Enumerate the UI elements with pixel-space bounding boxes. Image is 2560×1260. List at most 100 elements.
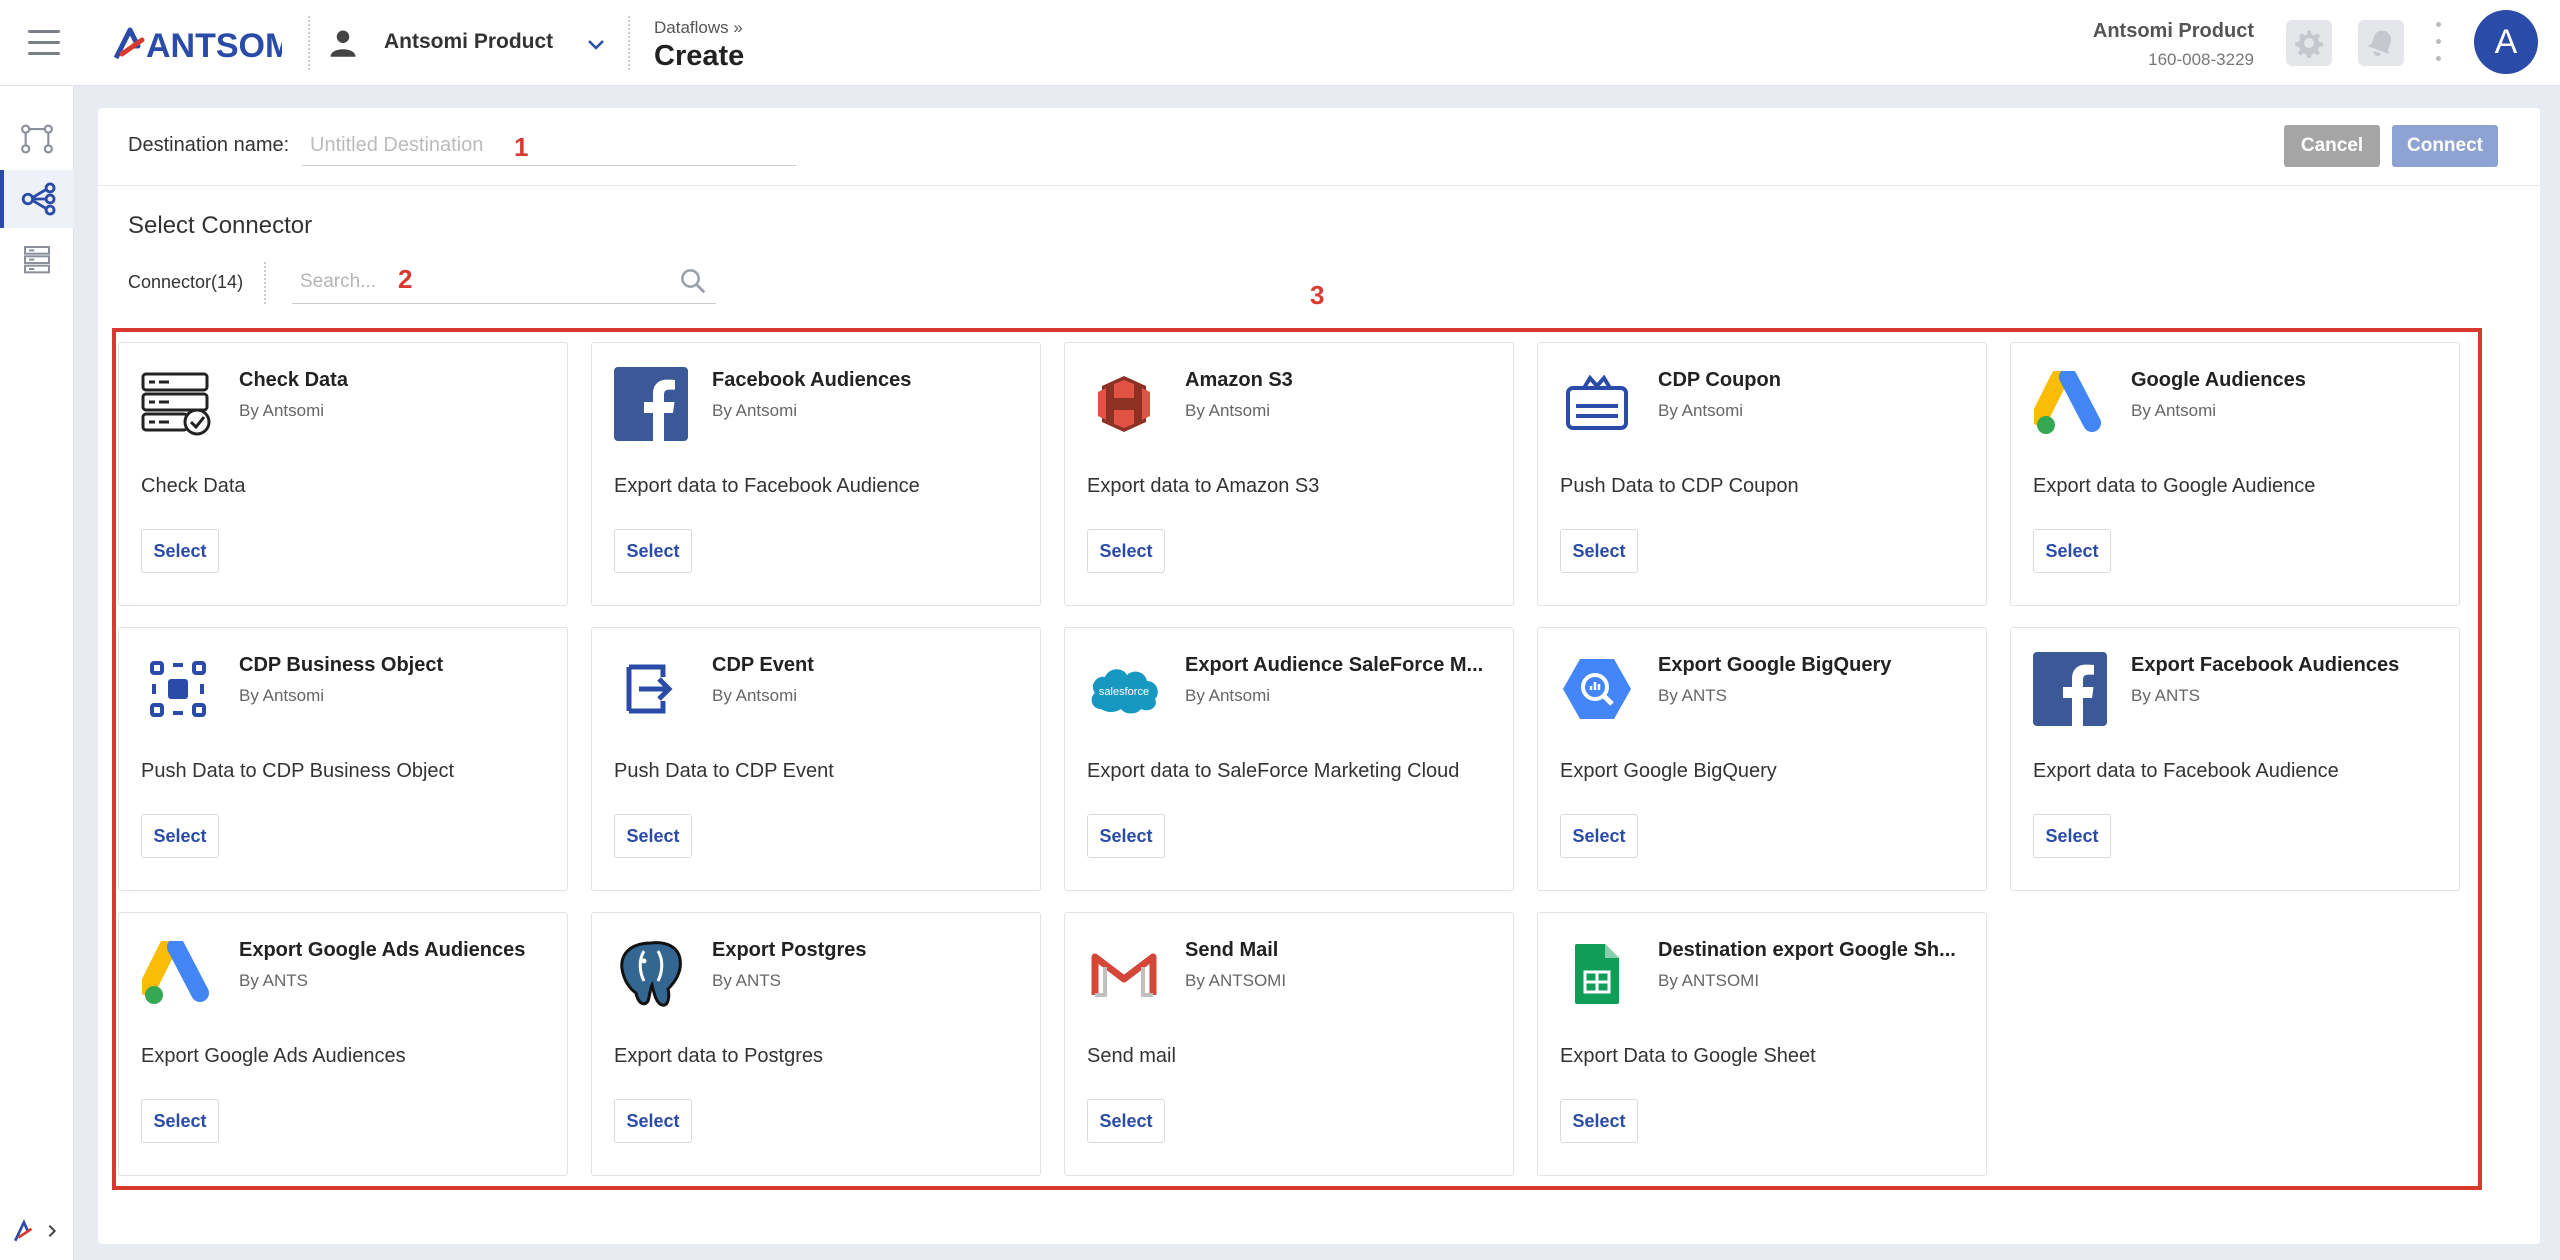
connector-title: Destination export Google Sh... xyxy=(1658,939,1956,961)
share-nodes-icon xyxy=(21,182,56,216)
connector-title: Export Facebook Audiences xyxy=(2131,654,2400,676)
flow-nodes-icon xyxy=(21,124,53,154)
antsomi-mark-icon xyxy=(14,1219,33,1242)
connector-description: Export Google BigQuery xyxy=(1560,760,1777,782)
breadcrumb[interactable]: Dataflows » xyxy=(654,18,743,38)
select-button[interactable]: Select xyxy=(2033,529,2111,573)
sidebar-item-dataflows[interactable] xyxy=(0,170,74,228)
sidebar-item-data[interactable] xyxy=(0,230,74,288)
connector-card-google-audiences: Google Audiences By Antsomi Export data … xyxy=(2010,342,2460,606)
google-sheets-icon xyxy=(1560,937,1634,1011)
notifications-button[interactable] xyxy=(2358,20,2404,66)
connector-author: By ANTS xyxy=(712,971,781,990)
select-button[interactable]: Select xyxy=(141,814,219,858)
select-button[interactable]: Select xyxy=(1087,1099,1165,1143)
facebook-icon xyxy=(2033,652,2107,726)
select-button[interactable]: Select xyxy=(2033,814,2111,858)
connector-description: Push Data to CDP Business Object xyxy=(141,760,455,782)
connector-author: By Antsomi xyxy=(712,686,798,705)
select-button[interactable]: Select xyxy=(614,1099,692,1143)
connector-description: Export data to SaleForce Marketing Cloud xyxy=(1087,760,1460,782)
connect-button[interactable]: Connect xyxy=(2392,125,2498,167)
annotation-marker-2: 2 xyxy=(398,264,413,294)
user-icon xyxy=(330,30,356,57)
connector-description: Export Google Ads Audiences xyxy=(141,1045,406,1067)
select-button[interactable]: Select xyxy=(614,529,692,573)
destination-name-input[interactable] xyxy=(302,126,796,166)
connector-author: By ANTS xyxy=(1658,686,1727,705)
select-button[interactable]: Select xyxy=(1087,814,1165,858)
google-ads-icon xyxy=(2033,367,2107,441)
select-button[interactable]: Select xyxy=(141,529,219,573)
connector-author: By Antsomi xyxy=(1185,686,1271,705)
connector-card-cdp-coupon: CDP Coupon By Antsomi Push Data to CDP C… xyxy=(1537,342,1987,606)
connector-title: Google Audiences xyxy=(2131,369,2306,391)
annotation-marker-3: 3 xyxy=(1310,280,1325,310)
antsomi-logo[interactable]: ANTSOMI xyxy=(112,24,282,64)
sidebar-expand-button[interactable] xyxy=(12,1216,64,1246)
more-vertical-icon[interactable] xyxy=(2436,22,2442,64)
google-ads-icon xyxy=(141,937,215,1011)
connector-description: Export Data to Google Sheet xyxy=(1560,1045,1816,1067)
connector-card-export-google-bigquery: Export Google BigQuery By ANTS Export Go… xyxy=(1537,627,1987,891)
chevron-down-icon[interactable] xyxy=(584,32,608,56)
connector-title: CDP Business Object xyxy=(239,654,444,676)
select-button[interactable]: Select xyxy=(1560,814,1638,858)
connector-search xyxy=(292,260,716,304)
connector-description: Check Data xyxy=(141,475,246,497)
salesforce-icon: salesforce xyxy=(1087,652,1161,726)
select-button[interactable]: Select xyxy=(614,814,692,858)
search-input[interactable] xyxy=(292,264,662,300)
bigquery-icon xyxy=(1560,652,1634,726)
divider xyxy=(308,16,310,70)
divider xyxy=(264,262,266,304)
connector-author: By Antsomi xyxy=(712,401,798,420)
connector-title: Export Postgres xyxy=(712,939,867,961)
check-data-icon xyxy=(141,367,215,441)
connector-author: By Antsomi xyxy=(1185,401,1271,420)
connector-description: Send mail xyxy=(1087,1045,1176,1067)
account-name: Antsomi Product xyxy=(2092,20,2254,42)
server-list-icon xyxy=(24,246,50,274)
chevron-right-icon xyxy=(48,1224,57,1238)
connector-card-export-postgres: Export Postgres By ANTS Export data to P… xyxy=(591,912,1041,1176)
connector-author: By ANTSOMI xyxy=(1658,971,1760,990)
connector-title: Export Google BigQuery xyxy=(1658,654,1892,676)
connector-title: Export Audience SaleForce M... xyxy=(1185,654,1484,676)
connector-card-amazon-s3: Amazon S3 By Antsomi Export data to Amaz… xyxy=(1064,342,1514,606)
connector-description: Export data to Postgres xyxy=(614,1045,824,1067)
app-header: ANTSOMI Antsomi Product Dataflows » Crea… xyxy=(0,0,2560,86)
facebook-icon xyxy=(614,367,688,441)
event-icon xyxy=(614,652,688,726)
account-id: 160-008-3229 xyxy=(2148,50,2254,69)
connector-author: By ANTSOMI xyxy=(1185,971,1287,990)
select-button[interactable]: Select xyxy=(1560,1099,1638,1143)
connector-description: Push Data to CDP Coupon xyxy=(1560,475,1799,497)
connector-description: Export data to Amazon S3 xyxy=(1087,475,1320,497)
business-object-icon xyxy=(141,652,215,726)
connector-description: Export data to Google Audience xyxy=(2033,475,2316,497)
select-button[interactable]: Select xyxy=(141,1099,219,1143)
section-title: Select Connector xyxy=(128,212,313,239)
avatar[interactable]: A xyxy=(2474,10,2538,74)
connector-card-export-audience-saleforce-m: salesforce Export Audience SaleForce M..… xyxy=(1064,627,1514,891)
connector-author: By Antsomi xyxy=(239,401,325,420)
portal-name[interactable]: Antsomi Product xyxy=(384,30,553,54)
divider xyxy=(628,16,630,70)
amazon-s3-icon xyxy=(1087,367,1161,441)
search-icon[interactable] xyxy=(678,266,708,296)
gmail-icon xyxy=(1087,937,1161,1011)
annotation-marker-1: 1 xyxy=(514,132,529,162)
select-button[interactable]: Select xyxy=(1087,529,1165,573)
connector-title: Export Google Ads Audiences xyxy=(239,939,526,961)
connector-card-export-google-ads-audiences: Export Google Ads Audiences By ANTS Expo… xyxy=(118,912,568,1176)
postgres-icon xyxy=(614,937,688,1011)
cancel-button[interactable]: Cancel xyxy=(2284,125,2380,167)
settings-button[interactable] xyxy=(2286,20,2332,66)
select-button[interactable]: Select xyxy=(1560,529,1638,573)
connector-card-send-mail: Send Mail By ANTSOMI Send mail Select xyxy=(1064,912,1514,1176)
connector-card-destination-export-google-sh: Destination export Google Sh... By ANTSO… xyxy=(1537,912,1987,1176)
connector-author: By ANTS xyxy=(2131,686,2200,705)
sidebar-item-flows[interactable] xyxy=(0,110,74,168)
menu-icon[interactable] xyxy=(28,30,60,56)
